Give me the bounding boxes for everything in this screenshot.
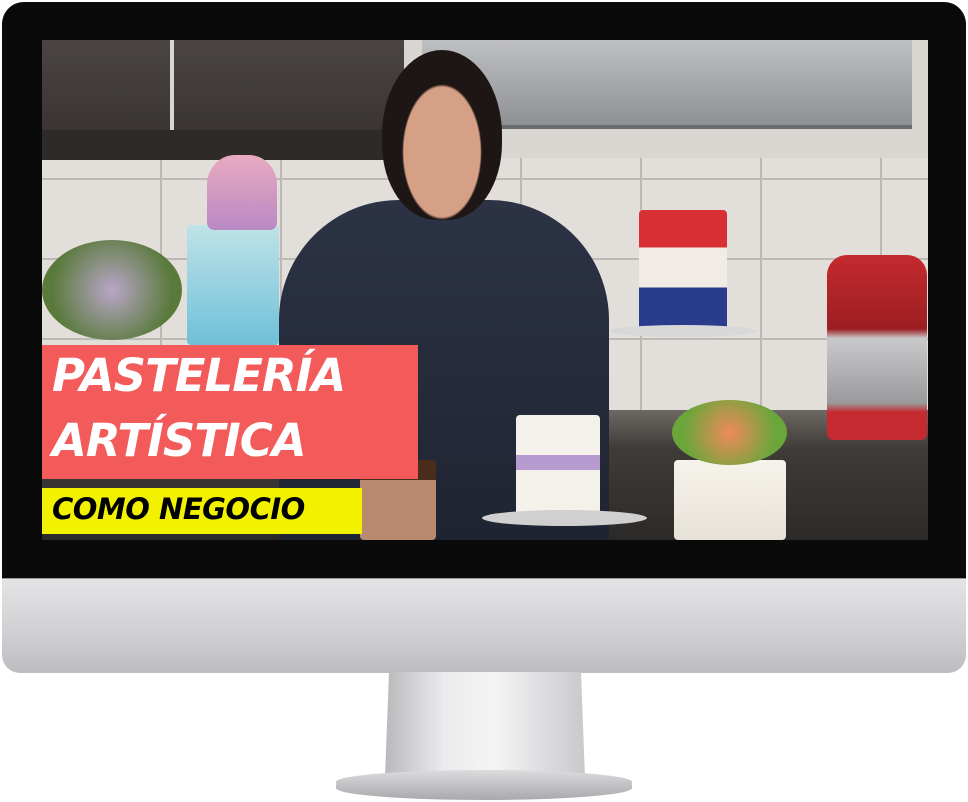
subtitle-text: COMO NEGOCIO	[52, 492, 305, 526]
cake-flowers-image	[672, 400, 787, 465]
stand-mixer-image	[827, 255, 927, 440]
cake-stand	[610, 325, 756, 337]
kitchen-cabinet	[174, 40, 404, 130]
mermaid-cake-image	[187, 225, 279, 345]
mermaid-tail-image	[207, 155, 277, 230]
monitor-chin	[2, 578, 966, 673]
floral-cake-image	[674, 460, 786, 540]
cake-stand	[482, 510, 647, 526]
monitor-base	[336, 770, 632, 800]
captain-america-cake-image	[639, 210, 727, 335]
monitor-stand	[385, 672, 585, 778]
chef-face-image	[382, 50, 502, 220]
title-line-1: PASTELERÍA	[52, 349, 346, 402]
title-line-2: ARTÍSTICA	[52, 414, 307, 467]
kitchen-cabinet	[42, 40, 170, 130]
monitor-screen: PASTELERÍA ARTÍSTICA COMO NEGOCIO	[42, 40, 928, 540]
hearts-cake-image	[516, 415, 600, 515]
flowers-image	[42, 240, 182, 340]
